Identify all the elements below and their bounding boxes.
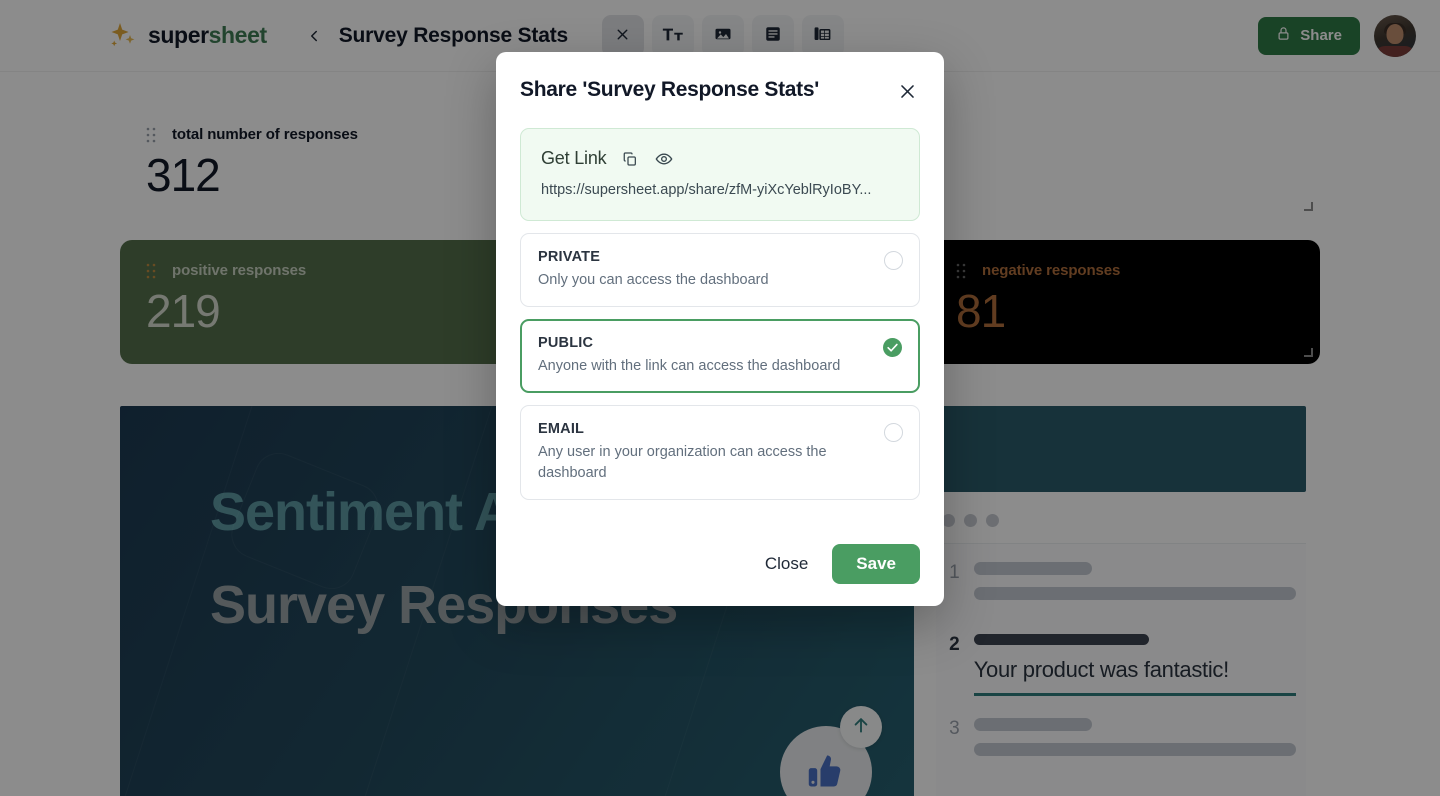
radio-button-public[interactable] (883, 338, 902, 358)
eye-icon[interactable] (654, 149, 674, 169)
get-link-section: Get Link https://supersheet.app/share/zf… (520, 128, 920, 221)
share-option-description: Any user in your organization can access… (538, 444, 827, 482)
radio-button-private[interactable] (884, 251, 903, 270)
close-button[interactable]: Close (755, 546, 818, 582)
copy-icon[interactable] (620, 149, 640, 169)
share-link-url[interactable]: https://supersheet.app/share/zfM-yiXcYeb… (541, 182, 899, 198)
close-icon[interactable] (894, 78, 920, 104)
share-option-public[interactable]: PUBLIC Anyone with the link can access t… (520, 319, 920, 394)
share-option-email[interactable]: EMAIL Any user in your organization can … (520, 405, 920, 501)
modal-title: Share 'Survey Response Stats' (520, 78, 819, 101)
save-button[interactable]: Save (832, 544, 920, 584)
radio-button-email[interactable] (884, 423, 903, 443)
share-option-private[interactable]: PRIVATE Only you can access the dashboar… (520, 233, 920, 308)
modal-footer: Close Save (520, 524, 920, 584)
get-link-header: Get Link (541, 148, 899, 169)
share-option-title: PUBLIC (538, 335, 594, 352)
share-option-description: Only you can access the dashboard (538, 272, 769, 288)
app-root: supersheet Survey Response Stats Share t… (0, 0, 1440, 796)
get-link-label: Get Link (541, 148, 607, 168)
share-option-title: EMAIL (538, 421, 585, 438)
modal-header: Share 'Survey Response Stats' (520, 78, 920, 104)
share-modal: Share 'Survey Response Stats' Get Link h… (496, 52, 944, 606)
share-option-description: Anyone with the link can access the dash… (538, 358, 841, 375)
share-option-title: PRIVATE (538, 249, 601, 265)
